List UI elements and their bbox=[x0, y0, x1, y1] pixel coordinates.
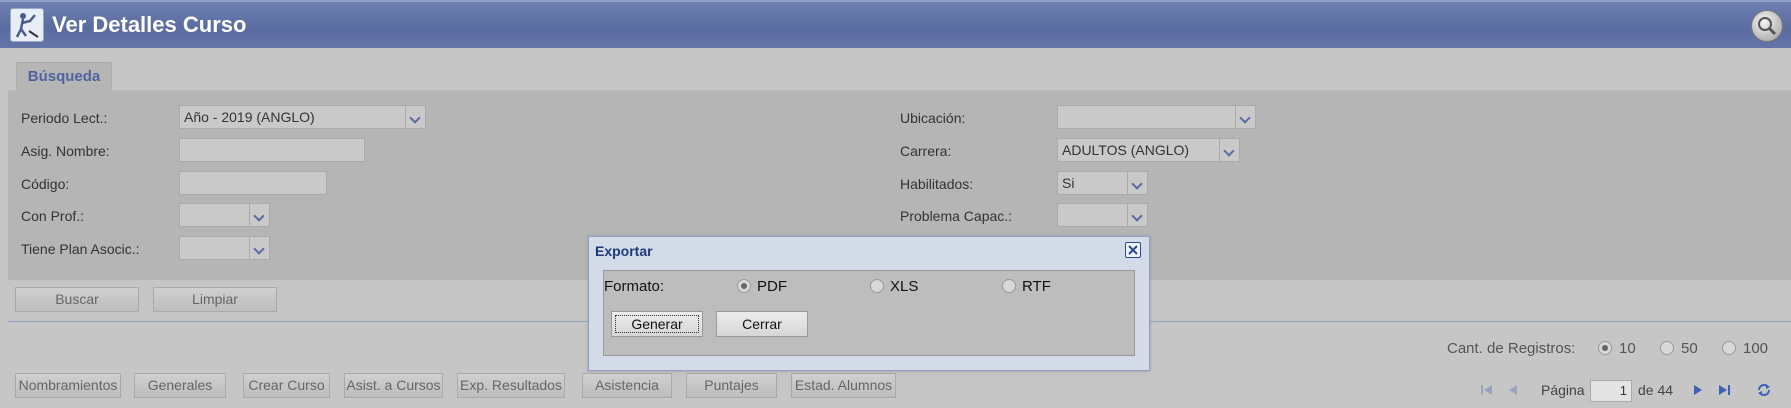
toolbar-button-puntajes[interactable]: Puntajes bbox=[686, 373, 777, 398]
asig-nombre-input[interactable] bbox=[179, 138, 365, 162]
dialog-title: Exportar bbox=[595, 243, 653, 259]
carrera-combo[interactable]: ADULTOS (ANGLO) bbox=[1057, 138, 1240, 162]
cerrar-button[interactable]: Cerrar bbox=[716, 311, 808, 337]
records-radio-100[interactable] bbox=[1722, 341, 1736, 355]
format-option-pdf: PDF bbox=[757, 278, 787, 295]
toolbar-button-crear-curso[interactable]: Crear Curso bbox=[243, 373, 330, 398]
next-page-icon[interactable] bbox=[1690, 382, 1706, 398]
records-radio-10[interactable] bbox=[1598, 341, 1612, 355]
habilitados-value: Si bbox=[1062, 175, 1075, 191]
format-radio-xls[interactable] bbox=[870, 279, 884, 293]
toolbar-button-asist-cursos[interactable]: Asist. a Cursos bbox=[344, 373, 443, 398]
chevron-down-icon[interactable] bbox=[249, 204, 269, 226]
tiene-plan-label: Tiene Plan Asocic.: bbox=[21, 241, 140, 257]
toolbar-button-generales[interactable]: Generales bbox=[134, 373, 226, 398]
chevron-down-icon[interactable] bbox=[405, 106, 425, 128]
close-icon[interactable] bbox=[1125, 242, 1141, 258]
prev-page-icon[interactable] bbox=[1505, 382, 1521, 398]
con-prof-label: Con Prof.: bbox=[21, 208, 85, 224]
con-prof-combo[interactable] bbox=[179, 203, 270, 227]
ubicacion-combo[interactable] bbox=[1057, 105, 1256, 129]
periodo-combo[interactable]: Año - 2019 (ANGLO) bbox=[179, 105, 426, 129]
refresh-icon[interactable] bbox=[1756, 382, 1772, 398]
periodo-value: Año - 2019 (ANGLO) bbox=[184, 109, 315, 125]
ubicacion-label: Ubicación: bbox=[900, 110, 966, 126]
asig-nombre-label: Asig. Nombre: bbox=[21, 143, 110, 159]
last-page-icon[interactable] bbox=[1716, 382, 1732, 398]
records-option-10: 10 bbox=[1619, 340, 1636, 357]
carrera-label: Carrera: bbox=[900, 143, 952, 159]
records-radio-50[interactable] bbox=[1660, 341, 1674, 355]
format-radio-pdf[interactable] bbox=[737, 279, 751, 293]
toolbar-button-asistencia[interactable]: Asistencia bbox=[582, 373, 672, 398]
chevron-down-icon[interactable] bbox=[249, 237, 269, 259]
toolbar-button-nombramientos[interactable]: Nombramientos bbox=[15, 373, 121, 398]
magnifier-icon[interactable] bbox=[1751, 10, 1783, 42]
tiene-plan-combo[interactable] bbox=[179, 236, 270, 260]
tab-busqueda[interactable]: Búsqueda bbox=[16, 62, 112, 90]
first-page-icon[interactable] bbox=[1479, 382, 1495, 398]
title-bar: Ver Detalles Curso bbox=[0, 0, 1791, 48]
toolbar-button-estad-alumnos[interactable]: Estad. Alumnos bbox=[791, 373, 896, 398]
chevron-down-icon[interactable] bbox=[1127, 172, 1147, 194]
buscar-button[interactable]: Buscar bbox=[15, 287, 139, 312]
page-title: Ver Detalles Curso bbox=[52, 12, 247, 37]
codigo-input[interactable] bbox=[179, 171, 327, 195]
problema-capac-label: Problema Capac.: bbox=[900, 208, 1013, 224]
format-option-xls: XLS bbox=[890, 278, 919, 295]
limpiar-button[interactable]: Limpiar bbox=[153, 287, 277, 312]
format-label: Formato: bbox=[604, 278, 665, 295]
format-radio-rtf[interactable] bbox=[1002, 279, 1016, 293]
generar-button[interactable]: Generar bbox=[611, 311, 703, 337]
habilitados-label: Habilitados: bbox=[900, 176, 974, 192]
page-input[interactable]: 1 bbox=[1590, 380, 1632, 402]
export-dialog: Exportar Formato: PDF XLS RTF Generar Ce… bbox=[588, 236, 1150, 371]
chevron-down-icon[interactable] bbox=[1235, 106, 1255, 128]
habilitados-combo[interactable]: Si bbox=[1057, 171, 1148, 195]
page-label: Página bbox=[1541, 382, 1585, 398]
codigo-label: Código: bbox=[21, 176, 70, 192]
dialog-body: Formato: PDF XLS RTF Generar Cerrar bbox=[603, 270, 1135, 356]
periodo-label: Periodo Lect.: bbox=[21, 110, 108, 126]
tab-strip: Búsqueda bbox=[0, 48, 1791, 90]
carrera-value: ADULTOS (ANGLO) bbox=[1062, 142, 1190, 158]
toolbar-button-exp-resultados[interactable]: Exp. Resultados bbox=[457, 373, 565, 398]
records-option-100: 100 bbox=[1743, 340, 1769, 357]
app-logo-icon bbox=[10, 8, 44, 42]
chevron-down-icon[interactable] bbox=[1219, 139, 1239, 161]
records-label: Cant. de Registros: bbox=[1447, 340, 1576, 357]
page-total: de 44 bbox=[1638, 382, 1674, 398]
records-option-50: 50 bbox=[1681, 340, 1698, 357]
problema-capac-combo[interactable] bbox=[1057, 203, 1148, 227]
format-option-rtf: RTF bbox=[1022, 278, 1051, 295]
chevron-down-icon[interactable] bbox=[1127, 204, 1147, 226]
